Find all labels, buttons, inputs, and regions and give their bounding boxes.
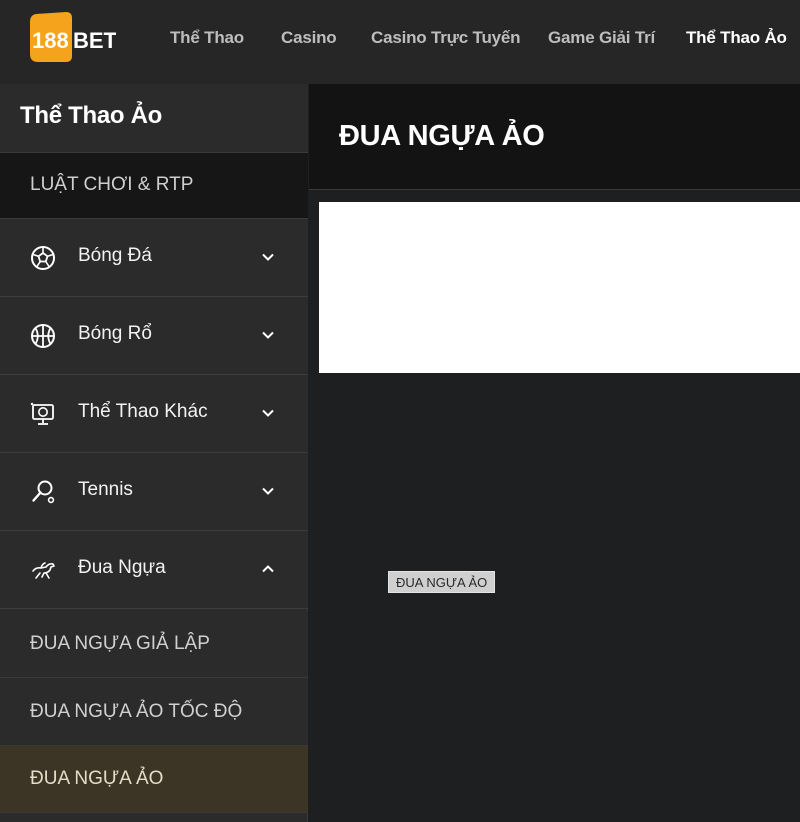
sidebar-item-label: Đua Ngựa <box>78 557 166 578</box>
sidebar-item-label: Bóng Rổ <box>78 323 152 344</box>
svg-text:BET: BET <box>73 28 116 53</box>
sidebar-item-the-thao-khac[interactable]: Thể Thao Khác <box>0 375 308 453</box>
sidebar-item-dua-ngua[interactable]: Đua Ngựa <box>0 531 308 609</box>
sidebar-item-label: Thể Thao Khác <box>78 401 208 422</box>
chevron-up-icon <box>261 562 275 576</box>
logo-mark: 188 BET <box>30 12 116 62</box>
nav-item-game-giai-tri[interactable]: Game Giải Trí <box>548 28 655 54</box>
nav-item-the-thao-ao[interactable]: Thể Thao Ảo <box>686 28 787 54</box>
page-header: ĐUA NGỰA ẢO <box>309 84 800 190</box>
rules-rtp-link[interactable]: LUẬT CHƠI & RTP <box>0 152 308 219</box>
main-content: ĐUA NGỰA ẢO ĐUA NGỰA ẢO <box>309 84 800 822</box>
sidebar-item-bong-ro[interactable]: Bóng Rổ <box>0 297 308 375</box>
chevron-down-icon <box>261 328 275 342</box>
chevron-down-icon <box>261 484 275 498</box>
top-navigation-bar: 188 BET Thể Thao Casino Casino Trực Tuyế… <box>0 0 800 84</box>
basketball-icon <box>30 323 56 349</box>
nav-item-the-thao[interactable]: Thể Thao <box>170 28 244 54</box>
nav-item-casino-truc-tuyen[interactable]: Casino Trực Tuyến <box>371 28 521 54</box>
chevron-down-icon <box>261 250 275 264</box>
broken-image-alt-text[interactable]: ĐUA NGỰA ẢO <box>388 571 496 593</box>
sidebar-subitem-dua-ngua-gia-lap[interactable]: ĐUA NGỰA GIẢ LẬP <box>0 611 308 678</box>
sidebar-subitem-dua-ngua-ao-toc-do[interactable]: ĐUA NGỰA ẢO TỐC ĐỘ <box>0 679 308 746</box>
horse-racing-icon <box>30 557 56 583</box>
banner-placeholder <box>319 202 800 373</box>
svg-text:188: 188 <box>32 28 69 53</box>
chevron-down-icon <box>261 406 275 420</box>
monitor-sports-icon <box>30 401 56 427</box>
sidebar-title: Thể Thao Ảo <box>0 84 308 152</box>
tennis-racket-icon <box>30 479 56 505</box>
sidebar-subitem-dua-ngua-ao[interactable]: ĐUA NGỰA ẢO <box>0 746 308 813</box>
sidebar-item-label: Bóng Đá <box>78 245 152 266</box>
sidebar-item-label: Tennis <box>78 479 133 500</box>
soccer-ball-icon <box>30 245 56 271</box>
sidebar: Thể Thao Ảo LUẬT CHƠI & RTP Bóng Đá Bóng… <box>0 84 308 822</box>
page-title: ĐUA NGỰA ẢO <box>339 120 545 152</box>
nav-item-casino[interactable]: Casino <box>281 28 337 54</box>
sidebar-item-bong-da[interactable]: Bóng Đá <box>0 219 308 297</box>
brand-logo[interactable]: 188 BET <box>28 10 116 65</box>
sidebar-item-tennis[interactable]: Tennis <box>0 453 308 531</box>
